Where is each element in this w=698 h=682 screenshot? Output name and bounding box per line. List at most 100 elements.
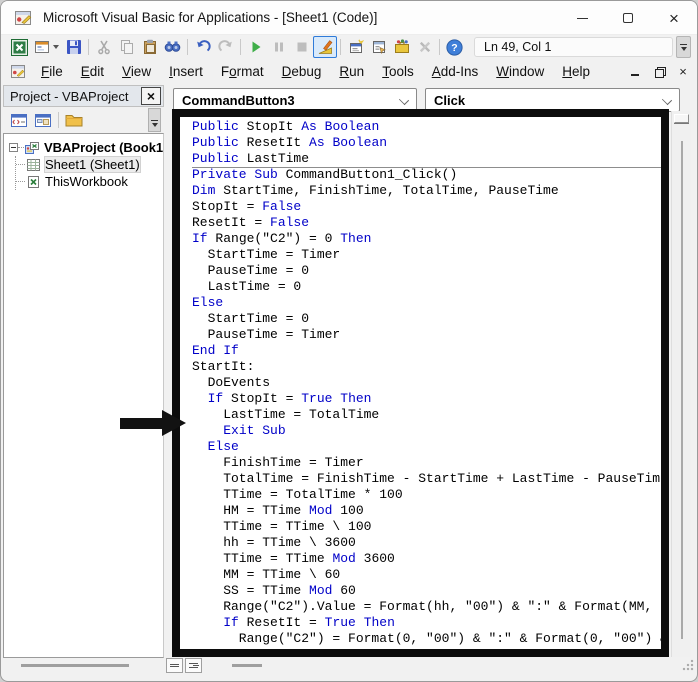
reset-button[interactable] (290, 36, 313, 58)
userform-icon (35, 41, 49, 53)
code-line: TTime = TTime \ 100 (192, 519, 372, 534)
scrollbar-thumb[interactable] (232, 663, 262, 667)
code-line: End If (192, 343, 239, 358)
menu-help[interactable]: Help (553, 61, 599, 82)
design-mode-button[interactable] (313, 36, 337, 58)
menu-edit[interactable]: Edit (72, 61, 113, 82)
close-icon: × (669, 8, 679, 28)
toggle-folders-button[interactable] (62, 109, 86, 131)
code-line: PauseTime = 0 (192, 263, 310, 278)
vba-app-icon (15, 10, 32, 25)
procedure-view-icon (170, 663, 179, 665)
find-button[interactable] (161, 36, 184, 58)
close-button[interactable]: × (651, 1, 697, 35)
break-button[interactable] (267, 36, 290, 58)
toolbox-button[interactable] (390, 36, 413, 58)
collapse-expander-icon[interactable] (9, 143, 18, 152)
code-line: Private Sub CommandButton1_Click() (192, 167, 458, 182)
copy-button[interactable] (115, 36, 138, 58)
annotation-rectangle: Public StopIt As Boolean Public ResetIt A… (172, 109, 669, 657)
view-object-icon (35, 113, 51, 127)
vbaproject-icon (24, 141, 39, 154)
menu-insert[interactable]: Insert (160, 61, 212, 82)
menu-tools[interactable]: Tools (373, 61, 423, 82)
tree-item-thisworkbook[interactable]: ThisWorkbook (16, 173, 163, 190)
toolbar-separator (340, 39, 341, 55)
cut-button[interactable] (92, 36, 115, 58)
code-line: Exit Sub (223, 423, 286, 438)
code-line: Range("C2") = Format(0, "00") & ":" & Fo… (238, 631, 661, 646)
child-restore-button[interactable] (651, 63, 667, 78)
maximize-icon (623, 13, 633, 23)
code-line: TotalTime = FinishTime - StartTime + Las… (192, 471, 661, 486)
code-editor[interactable]: Public StopIt As Boolean Public ResetIt A… (180, 117, 661, 649)
full-module-view-button[interactable] (185, 657, 202, 673)
code-line: Else (207, 439, 239, 454)
window-title: Microsoft Visual Basic for Applications … (43, 10, 378, 25)
code-line: LastTime = TotalTime (192, 407, 380, 422)
project-panel-close-button[interactable]: × (141, 87, 161, 105)
resize-grip[interactable] (682, 659, 694, 671)
find-icon (164, 41, 181, 52)
redo-button[interactable] (214, 36, 237, 58)
toolbar-options-button[interactable] (676, 36, 691, 58)
properties-window-icon (372, 41, 386, 55)
cursor-position-text: Ln 49, Col 1 (484, 40, 552, 54)
maximize-button[interactable] (605, 1, 651, 35)
tree-label-thisworkbook: ThisWorkbook (45, 174, 128, 189)
view-code-icon (11, 113, 27, 127)
project-explorer-button[interactable] (344, 36, 367, 58)
menu-window[interactable]: Window (487, 61, 553, 82)
title-bar: Microsoft Visual Basic for Applications … (1, 1, 697, 35)
code-line: If StopIt = True Then (207, 391, 372, 406)
menu-addins[interactable]: Add-Ins (423, 61, 488, 82)
paste-button[interactable] (138, 36, 161, 58)
menu-bar: File Edit View Insert Format Debug Run Tools Add… (1, 59, 697, 83)
minimize-button[interactable] (559, 1, 605, 35)
menu-run[interactable]: Run (330, 61, 373, 82)
child-minimize-button[interactable] (627, 63, 643, 78)
tree-label-vbaproject: VBAProject (Book1 (43, 140, 163, 155)
tree-item-sheet1[interactable]: Sheet1 (Sheet1) (16, 156, 163, 173)
code-line: FinishTime = Timer (192, 455, 364, 470)
menu-view[interactable]: View (113, 61, 160, 82)
tree-item-vbaproject[interactable]: VBAProject (Book1 (4, 139, 163, 156)
project-horizontal-scrollbar[interactable] (3, 658, 164, 672)
annotation-arrow-head (162, 410, 186, 436)
child-window-controls: × (627, 63, 691, 78)
code-line: HM = TTime Mod 100 (192, 503, 364, 518)
toolbar-separator (58, 112, 59, 128)
insert-userform-button[interactable] (31, 36, 62, 58)
view-excel-button[interactable] (8, 36, 31, 58)
menu-file[interactable]: File (32, 61, 72, 82)
properties-window-button[interactable] (367, 36, 390, 58)
procedure-view-button[interactable] (166, 657, 183, 673)
paste-icon (143, 39, 156, 54)
scrollbar-thumb[interactable] (681, 141, 683, 639)
workbook-icon (28, 175, 39, 188)
view-object-button[interactable] (31, 109, 55, 131)
view-code-button[interactable] (7, 109, 31, 131)
undo-button[interactable] (191, 36, 214, 58)
object-browser-button[interactable] (413, 36, 436, 58)
folder-icon (65, 115, 83, 127)
menu-debug[interactable]: Debug (273, 61, 331, 82)
code-vertical-scrollbar[interactable] (671, 111, 691, 657)
save-button[interactable] (62, 36, 85, 58)
help-button[interactable]: ? (443, 36, 466, 58)
scrollbar-thumb[interactable] (21, 664, 129, 667)
project-tree[interactable]: VBAProject (Book1 Sheet1 (Sheet1) ThisWo… (3, 133, 164, 658)
toolbar-separator (240, 39, 241, 55)
project-panel-toolbar (3, 107, 164, 133)
code-line: StartIt: (192, 359, 255, 374)
split-handle[interactable] (674, 114, 689, 123)
overflow-icon (151, 120, 158, 121)
chevron-down-icon (398, 94, 410, 106)
worksheet-icon (27, 158, 40, 171)
project-toolbar-overflow-button[interactable] (148, 108, 161, 132)
menu-format[interactable]: Format (212, 61, 273, 82)
run-button[interactable] (244, 36, 267, 58)
child-close-button[interactable]: × (675, 63, 691, 78)
minimize-icon (631, 74, 639, 76)
save-icon (66, 40, 81, 54)
